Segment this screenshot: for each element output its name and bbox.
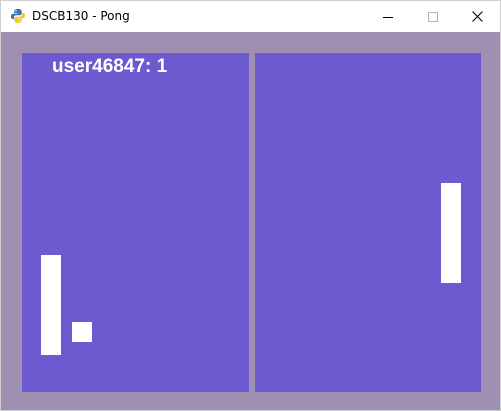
- maximize-button[interactable]: [410, 1, 455, 32]
- title-bar[interactable]: DSCB130 - Pong: [1, 1, 500, 32]
- score-label: user46847: 1: [52, 56, 168, 77]
- ball: [72, 322, 92, 342]
- minimize-button[interactable]: [365, 1, 410, 32]
- right-paddle: [441, 183, 461, 283]
- left-paddle: [41, 255, 61, 355]
- maximize-icon: [427, 7, 438, 26]
- close-button[interactable]: [455, 1, 500, 32]
- minimize-icon: [382, 7, 393, 26]
- game-window: DSCB130 - Pong user46847: 1: [0, 0, 501, 411]
- game-canvas[interactable]: user46847: 1: [1, 32, 500, 410]
- python-icon: [10, 8, 26, 24]
- window-title: DSCB130 - Pong: [32, 9, 130, 23]
- close-icon: [472, 7, 483, 26]
